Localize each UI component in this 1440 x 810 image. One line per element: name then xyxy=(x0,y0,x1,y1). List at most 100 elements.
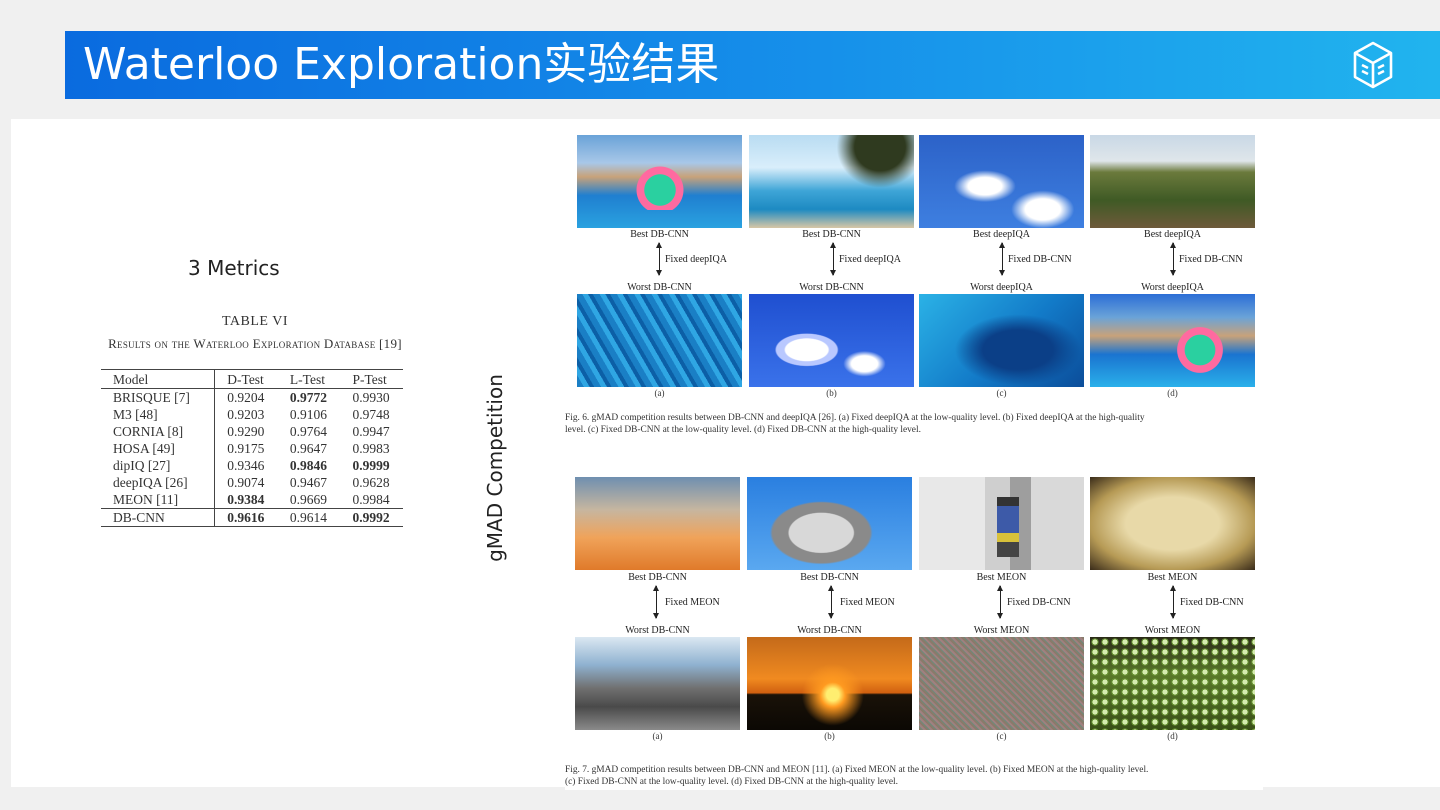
metrics-label: 3 Metrics xyxy=(188,256,280,280)
cell-p-test: 0.9992 xyxy=(340,508,403,527)
cell-model: M3 [48] xyxy=(113,407,158,422)
cell-l-test: 0.9614 xyxy=(277,508,341,527)
fixed-label: Fixed deepIQA xyxy=(665,254,727,265)
column-header: L-Test xyxy=(277,369,341,389)
double-arrow-icon xyxy=(828,585,834,619)
subfigure-label: (b) xyxy=(824,731,835,741)
best-label: Best deepIQA xyxy=(1144,229,1201,240)
table-row: CORNIA [8] 0.9290 0.9764 0.9947 xyxy=(101,423,403,440)
figure-caption: Fig. 7. gMAD competition results between… xyxy=(565,764,1263,788)
worst-label: Worst deepIQA xyxy=(1141,282,1204,293)
double-arrow-icon xyxy=(1170,585,1176,619)
subfigure-label: (d) xyxy=(1167,388,1178,398)
subfigure-label: (b) xyxy=(826,388,837,398)
worst-label: Worst deepIQA xyxy=(970,282,1033,293)
cell-p-test: 0.9984 xyxy=(352,492,390,507)
fixed-label: Fixed deepIQA xyxy=(839,254,901,265)
double-arrow-icon xyxy=(830,242,836,276)
table-row: BRISQUE [7] 0.9204 0.9772 0.9930 xyxy=(101,388,403,406)
table-row: DB-CNN 0.9616 0.9614 0.9992 xyxy=(101,508,403,527)
cell-d-test: 0.9616 xyxy=(214,508,278,527)
cell-p-test: 0.9748 xyxy=(352,407,390,422)
results-table: Model D-Test L-Test P-Test BRISQUE [7] 0… xyxy=(101,369,403,527)
fixed-label: Fixed DB-CNN xyxy=(1180,597,1244,608)
figure-image xyxy=(747,637,912,730)
caption-line: (c) Fixed DB-CNN at the low-quality leve… xyxy=(565,777,899,787)
table-row: dipIQ [27] 0.9346 0.9846 0.9999 xyxy=(101,457,403,474)
cell-l-test: 0.9772 xyxy=(289,390,328,405)
worst-label: Worst DB-CNN xyxy=(627,282,692,293)
caption-line: level. (c) Fixed DB-CNN at the low-quali… xyxy=(565,425,921,435)
slide-title: Waterloo Exploration实验结果 xyxy=(83,39,720,90)
cell-p-test: 0.9999 xyxy=(352,458,390,473)
subfigure-label: (d) xyxy=(1167,731,1178,741)
cell-d-test: 0.9290 xyxy=(214,423,278,440)
figure-6: Best DB-CNN Best DB-CNN Best deepIQA Bes… xyxy=(565,130,1263,444)
figure-image xyxy=(575,637,740,730)
caption-line: Fig. 6. gMAD competition results between… xyxy=(565,413,1145,423)
figure-image xyxy=(575,477,740,570)
cell-model: deepIQA [26] xyxy=(113,475,188,490)
figure-image xyxy=(1090,637,1255,730)
figure-caption: Fig. 6. gMAD competition results between… xyxy=(565,412,1263,436)
gmad-competition-label: gMAD Competition xyxy=(483,374,507,562)
cell-p-test: 0.9947 xyxy=(352,424,390,439)
cell-l-test: 0.9764 xyxy=(289,424,328,439)
figure-image xyxy=(1090,294,1255,387)
cell-d-test: 0.9384 xyxy=(214,491,278,509)
figure-image xyxy=(919,135,1084,228)
figure-7: Best DB-CNN Best DB-CNN Best MEON Best M… xyxy=(565,472,1263,790)
cell-p-test: 0.9983 xyxy=(352,441,390,456)
table-header-row: Model D-Test L-Test P-Test xyxy=(101,369,403,389)
cell-model: MEON [11] xyxy=(113,492,179,507)
fixed-label: Fixed DB-CNN xyxy=(1007,597,1071,608)
table-row: MEON [11] 0.9384 0.9669 0.9984 xyxy=(101,491,403,509)
table-title: Results on the Waterloo Exploration Data… xyxy=(108,336,402,351)
table-row: deepIQA [26] 0.9074 0.9467 0.9628 xyxy=(101,474,403,491)
fixed-label: Fixed DB-CNN xyxy=(1179,254,1243,265)
double-arrow-icon xyxy=(656,242,662,276)
figure-image xyxy=(919,477,1084,570)
worst-label: Worst MEON xyxy=(1144,625,1201,636)
best-label: Best MEON xyxy=(1147,572,1198,583)
figure-image xyxy=(919,294,1084,387)
title-bar: Waterloo Exploration实验结果 xyxy=(65,31,1440,99)
subfigure-label: (a) xyxy=(652,731,663,741)
cell-p-test: 0.9628 xyxy=(352,475,390,490)
cell-model: CORNIA [8] xyxy=(113,424,184,439)
cube-logo-icon xyxy=(1353,41,1393,89)
table-number: TABLE VI xyxy=(221,314,288,329)
worst-label: Worst DB-CNN xyxy=(625,625,690,636)
double-arrow-icon xyxy=(999,242,1005,276)
best-label: Best DB-CNN xyxy=(630,229,689,240)
cell-l-test: 0.9647 xyxy=(289,441,328,456)
worst-label: Worst DB-CNN xyxy=(797,625,862,636)
subfigure-label: (c) xyxy=(996,388,1007,398)
cell-l-test: 0.9846 xyxy=(289,458,328,473)
column-header: P-Test xyxy=(340,369,403,389)
fixed-label: Fixed MEON xyxy=(665,597,720,608)
table-row: M3 [48] 0.9203 0.9106 0.9748 xyxy=(101,406,403,423)
best-label: Best MEON xyxy=(976,572,1027,583)
fixed-label: Fixed MEON xyxy=(840,597,895,608)
figure-image xyxy=(1090,135,1255,228)
cell-model: DB-CNN xyxy=(101,508,215,527)
figure-image xyxy=(749,294,914,387)
cell-d-test: 0.9074 xyxy=(214,474,278,491)
cell-l-test: 0.9106 xyxy=(289,407,328,422)
cell-d-test: 0.9204 xyxy=(214,388,278,406)
double-arrow-icon xyxy=(997,585,1003,619)
cell-d-test: 0.9175 xyxy=(214,440,278,457)
caption-line: Fig. 7. gMAD competition results between… xyxy=(565,765,1149,775)
column-header: D-Test xyxy=(214,369,278,389)
best-label: Best DB-CNN xyxy=(628,572,687,583)
subfigure-label: (c) xyxy=(996,731,1007,741)
double-arrow-icon xyxy=(1170,242,1176,276)
table-caption: TABLE VI Results on the Waterloo Explora… xyxy=(60,314,450,352)
figure-image xyxy=(577,135,742,228)
worst-label: Worst DB-CNN xyxy=(799,282,864,293)
subfigure-label: (a) xyxy=(654,388,665,398)
double-arrow-icon xyxy=(653,585,659,619)
figure-image xyxy=(577,294,742,387)
cell-model: HOSA [49] xyxy=(113,441,175,456)
